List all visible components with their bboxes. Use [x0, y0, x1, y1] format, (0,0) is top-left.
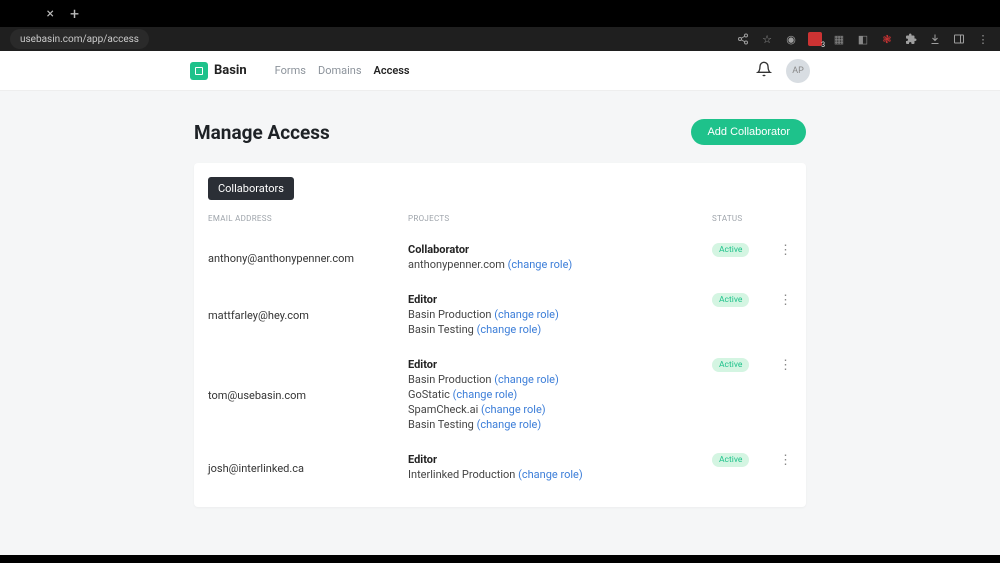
page-header: Manage Access Add Collaborator	[194, 119, 806, 145]
page-title: Manage Access	[194, 121, 330, 144]
main-nav: Forms Domains Access	[275, 64, 410, 77]
column-header-email: Email Address	[208, 214, 408, 223]
project-line: Basin Testing (change role)	[408, 418, 712, 431]
change-role-link[interactable]: (change role)	[508, 258, 573, 271]
role-label: Collaborator	[408, 243, 712, 256]
extension-icon[interactable]: ▦	[832, 32, 846, 46]
project-line: SpamCheck.ai (change role)	[408, 403, 712, 416]
app-header: Basin Forms Domains Access AP	[0, 51, 1000, 91]
column-header-projects: Projects	[408, 214, 712, 223]
status-cell: Active	[712, 243, 772, 257]
row-menu-button[interactable]: ⋮	[772, 243, 792, 258]
notifications-icon[interactable]	[756, 61, 772, 81]
status-cell: Active	[712, 453, 772, 467]
url-text: usebasin.com/app/access	[20, 34, 139, 45]
nav-access[interactable]: Access	[374, 64, 410, 77]
taskbar	[0, 555, 1000, 563]
project-name: Basin Testing	[408, 418, 477, 431]
collaborators-card: Collaborators Email Address Projects Sta…	[194, 163, 806, 507]
tab-collaborators[interactable]: Collaborators	[208, 177, 294, 200]
change-role-link[interactable]: (change role)	[518, 468, 583, 481]
project-name: SpamCheck.ai	[408, 403, 481, 416]
header-right: AP	[756, 59, 986, 83]
project-name: Basin Production	[408, 308, 494, 321]
panel-icon[interactable]	[952, 32, 966, 46]
brand-name: Basin	[214, 63, 247, 78]
project-line: anthonypenner.com (change role)	[408, 258, 712, 271]
role-label: Editor	[408, 358, 712, 371]
browser-chrome: × + usebasin.com/app/access ☆ ◉ ▦ ◧ ❃	[0, 0, 1000, 51]
collaborator-email: anthony@anthonypenner.com	[208, 252, 408, 265]
status-badge: Active	[712, 243, 749, 257]
avatar-initials: AP	[792, 66, 804, 76]
collaborator-email: josh@interlinked.ca	[208, 462, 408, 475]
row-menu-button[interactable]: ⋮	[772, 358, 792, 373]
add-collaborator-button[interactable]: Add Collaborator	[691, 119, 806, 145]
new-tab-button[interactable]: +	[70, 4, 79, 23]
change-role-link[interactable]: (change role)	[481, 403, 546, 416]
change-role-link[interactable]: (change role)	[453, 388, 518, 401]
status-cell: Active	[712, 293, 772, 307]
change-role-link[interactable]: (change role)	[494, 373, 559, 386]
extension-icon[interactable]: ◉	[784, 32, 798, 46]
browser-tab[interactable]: ×	[0, 0, 60, 27]
change-role-link[interactable]: (change role)	[477, 418, 542, 431]
status-badge: Active	[712, 293, 749, 307]
browser-extension-icons: ☆ ◉ ▦ ◧ ❃ ⋮	[736, 32, 990, 46]
collaborator-email: mattfarley@hey.com	[208, 309, 408, 322]
table-row: mattfarley@hey.comEditor Basin Production…	[208, 283, 792, 348]
projects-cell: EditorBasin Production (change role)Basi…	[408, 293, 712, 338]
project-line: Basin Production (change role)	[408, 373, 712, 386]
url-bar[interactable]: usebasin.com/app/access	[10, 29, 149, 49]
status-badge: Active	[712, 453, 749, 467]
change-role-link[interactable]: (change role)	[494, 308, 559, 321]
project-line: Basin Testing (change role)	[408, 323, 712, 336]
brand-logo[interactable]: Basin	[190, 62, 247, 80]
project-line: Interlinked Production (change role)	[408, 468, 712, 481]
extension-icon[interactable]	[808, 32, 822, 46]
table-row: anthony@anthonypenner.comCollaborator ant…	[208, 233, 792, 283]
projects-cell: Editor Interlinked Production (change rol…	[408, 453, 712, 483]
project-line: GoStatic (change role)	[408, 388, 712, 401]
avatar[interactable]: AP	[786, 59, 810, 83]
project-line: Basin Production (change role)	[408, 308, 712, 321]
table-header-row: Email Address Projects Status	[208, 214, 792, 233]
collaborator-email: tom@usebasin.com	[208, 389, 408, 402]
row-menu-button[interactable]: ⋮	[772, 293, 792, 308]
project-name: Basin Production	[408, 373, 494, 386]
star-icon[interactable]: ☆	[760, 32, 774, 46]
role-label: Editor	[408, 293, 712, 306]
browser-tab-bar: × +	[0, 0, 1000, 27]
share-icon[interactable]	[736, 32, 750, 46]
page-container: Manage Access Add Collaborator Collabora…	[194, 91, 806, 507]
status-cell: Active	[712, 358, 772, 372]
extension-icon[interactable]: ◧	[856, 32, 870, 46]
extension-icon[interactable]: ❃	[880, 32, 894, 46]
browser-toolbar: usebasin.com/app/access ☆ ◉ ▦ ◧ ❃ ⋮	[0, 27, 1000, 51]
table-row: tom@usebasin.com Editor Basin Production (…	[208, 348, 792, 443]
header-left: Basin Forms Domains Access	[14, 62, 410, 80]
status-badge: Active	[712, 358, 749, 372]
nav-forms[interactable]: Forms	[275, 64, 306, 77]
close-icon[interactable]: ×	[47, 6, 54, 22]
project-name: Basin Testing	[408, 323, 477, 336]
project-name: Interlinked Production	[408, 468, 518, 481]
projects-cell: EditorBasin Production (change role)GoSt…	[408, 358, 712, 433]
project-name: anthonypenner.com	[408, 258, 508, 271]
nav-domains[interactable]: Domains	[318, 64, 362, 77]
logo-icon	[190, 62, 208, 80]
extensions-menu-icon[interactable]	[904, 32, 918, 46]
project-name: GoStatic	[408, 388, 453, 401]
browser-menu-icon[interactable]: ⋮	[976, 32, 990, 46]
column-header-status: Status	[712, 214, 772, 223]
role-label: Editor	[408, 453, 712, 466]
column-header-actions	[772, 214, 792, 223]
download-icon[interactable]	[928, 32, 942, 46]
change-role-link[interactable]: (change role)	[477, 323, 542, 336]
projects-cell: Collaborator anthonypenner.com (change ro…	[408, 243, 712, 273]
row-menu-button[interactable]: ⋮	[772, 453, 792, 468]
table-row: josh@interlinked.caEditor Interlinked Pro…	[208, 443, 792, 493]
